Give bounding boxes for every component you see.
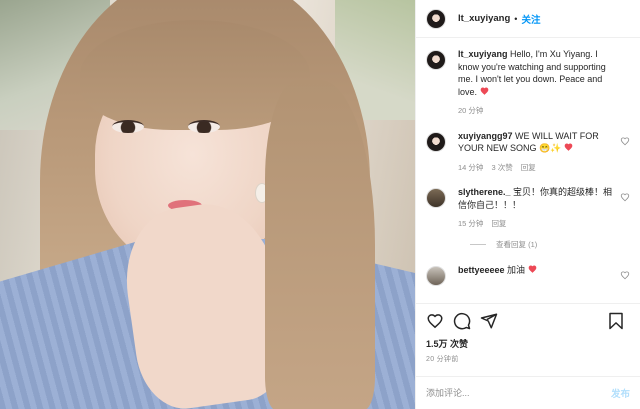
hair-front: [265, 80, 375, 409]
comment-text: 加油: [507, 264, 526, 275]
bookmark-icon: [609, 312, 623, 329]
comment-username[interactable]: xuyiyangg97: [458, 131, 513, 141]
eye-left: [112, 120, 144, 133]
separator-dot: •: [514, 13, 518, 24]
comment-time: 15 分钟: [458, 219, 484, 228]
post-time: 20 分钟前: [426, 356, 459, 363]
heart-icon: [427, 314, 443, 329]
comment-username[interactable]: bettyeeeee: [458, 265, 505, 275]
red-heart-emoji-icon: [564, 143, 573, 151]
view-replies-button[interactable]: 查看回复 (1): [470, 239, 630, 250]
comment-item: xuyiyangg97 WE WILL WAIT FOR YOUR NEW SO…: [426, 130, 630, 175]
likes-count[interactable]: 1.5万 次赞: [416, 337, 640, 350]
caption-username[interactable]: lt_xuyiyang: [458, 49, 508, 59]
avatar[interactable]: [426, 131, 446, 152]
comment-button[interactable]: [451, 310, 473, 332]
comment-emoji: 😁✨: [539, 143, 562, 153]
caption-time: 20 分钟: [458, 106, 484, 115]
post-header: lt_xuyiyang • 关注: [416, 0, 640, 38]
comment-username[interactable]: slytherene._: [458, 187, 511, 197]
like-button[interactable]: [424, 310, 446, 332]
reply-button[interactable]: 回复: [491, 218, 506, 231]
avatar[interactable]: [426, 8, 446, 29]
replies-divider: [470, 243, 486, 245]
avatar[interactable]: [426, 265, 446, 286]
comment-item: slytherene._ 宝贝！你真的超级棒！相信你自己！！！ 15 分钟 回复: [426, 186, 630, 231]
action-bar: [416, 303, 640, 337]
post-side-panel: lt_xuyiyang • 关注 lt_xuyiyang Hello, I'm …: [415, 0, 640, 409]
caption: lt_xuyiyang Hello, I'm Xu Yiyang. I know…: [426, 48, 630, 118]
avatar[interactable]: [426, 50, 446, 70]
comment-time: 14 分钟: [458, 162, 484, 172]
post-photo[interactable]: [0, 0, 415, 409]
reply-button[interactable]: 回复: [521, 162, 536, 175]
follow-button[interactable]: 关注: [521, 12, 540, 26]
comment-icon: [453, 312, 471, 329]
share-button[interactable]: [478, 310, 500, 332]
red-heart-emoji-icon: [480, 87, 488, 95]
eye-right: [188, 120, 220, 133]
red-heart-emoji-icon: [528, 265, 536, 273]
comment-item: bettyeeeee 加油: [426, 264, 630, 286]
comment-likes[interactable]: 3 次赞: [491, 162, 512, 175]
heart-icon[interactable]: [620, 192, 630, 202]
avatar[interactable]: [426, 188, 446, 208]
comments-list[interactable]: lt_xuyiyang Hello, I'm Xu Yiyang. I know…: [416, 38, 640, 303]
view-replies-label: 查看回复 (1): [496, 239, 538, 249]
heart-icon[interactable]: [620, 136, 630, 146]
post-comment-button[interactable]: 发布: [611, 386, 630, 400]
instagram-post: lt_xuyiyang • 关注 lt_xuyiyang Hello, I'm …: [0, 0, 640, 409]
heart-icon[interactable]: [620, 270, 630, 280]
add-comment-bar: 发布: [416, 376, 640, 409]
save-button[interactable]: [605, 310, 627, 332]
header-username[interactable]: lt_xuyiyang: [458, 13, 510, 24]
comment-input[interactable]: [426, 388, 611, 398]
share-icon: [480, 313, 498, 328]
